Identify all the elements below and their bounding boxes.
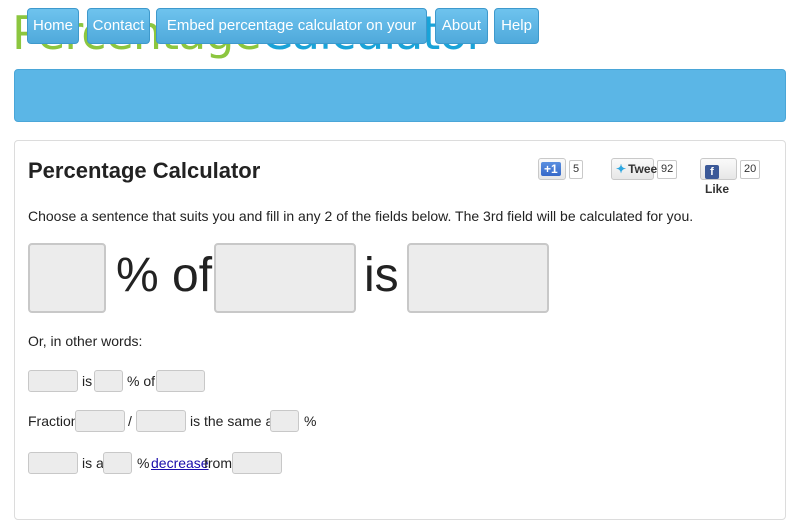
row2-fraction-label: Fraction [28,413,79,429]
nav-embed[interactable]: Embed percentage calculator on your webs… [156,8,427,68]
big-is-label: is [364,249,399,302]
row1-percent-of-label: % of [127,373,156,389]
facebook-icon: f [705,165,719,179]
like-label: Like [705,182,730,196]
google-plus-icon: +1 [541,162,561,176]
twitter-bird-icon: ✦ [616,162,627,176]
nav-home[interactable]: Home [27,8,79,44]
row1-value-input[interactable] [28,370,78,392]
nav-about[interactable]: About [435,8,488,44]
row2-numerator-input[interactable] [75,410,125,432]
row2-slash-label: / [128,413,132,429]
row1-percent-input[interactable] [94,370,123,392]
row3-percent-label: % [137,455,150,471]
row3-is-a-label: is a [82,455,104,471]
row3-percent-input[interactable] [103,452,132,474]
row3-base-input[interactable] [232,452,282,474]
nav-contact[interactable]: Contact [87,8,150,44]
tweet-button[interactable]: ✦ Tweet [611,158,661,180]
row3-from-label: from [204,455,232,471]
facebook-like-button[interactable]: f Like [700,158,737,196]
row3-value-input[interactable] [28,452,78,474]
row1-base-input[interactable] [156,370,205,392]
google-plus-count: 5 [569,160,584,179]
main-navbar [14,69,786,122]
intro-text: Choose a sentence that suits you and fil… [28,208,694,224]
page-title: Percentage Calculator [28,158,261,183]
big-percent-input[interactable] [28,243,106,313]
row2-denominator-input[interactable] [136,410,186,432]
like-count: 20 [740,160,761,179]
big-base-input[interactable] [214,243,356,313]
row2-percent-input[interactable] [270,410,299,432]
row2-same-as-label: is the same as [190,413,281,429]
decrease-link[interactable]: decrease [151,455,209,471]
big-percent-of-label: % of [116,249,213,302]
other-words-label: Or, in other words: [28,333,143,349]
row2-percent-label: % [304,413,317,429]
nav-help[interactable]: Help [494,8,539,44]
tweet-count: 92 [657,160,678,179]
row1-is-label: is [82,373,93,389]
google-plus-button[interactable]: +1 [538,158,566,180]
big-result-input[interactable] [407,243,549,313]
